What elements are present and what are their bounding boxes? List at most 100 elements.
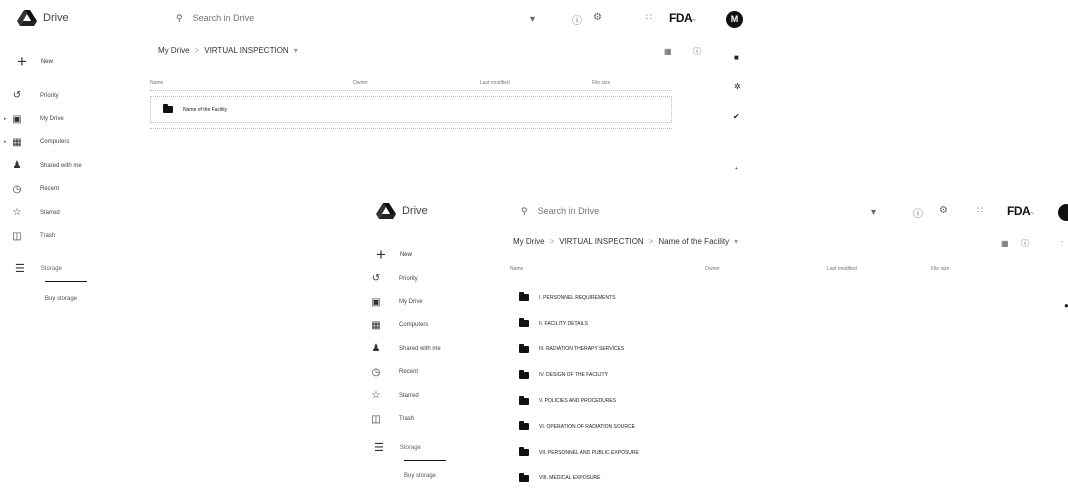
breadcrumb-dropdown-icon[interactable]: ▾ bbox=[294, 46, 298, 55]
search-options-icon[interactable]: ▾ bbox=[530, 14, 535, 25]
breadcrumb-item[interactable]: My Drive bbox=[513, 237, 545, 246]
account-avatar[interactable]: M bbox=[726, 11, 743, 28]
trash-icon: ◫ bbox=[371, 413, 381, 425]
buy-storage-link[interactable]: Buy storage bbox=[404, 473, 446, 479]
row-name: II. FACILITY DETAILS bbox=[539, 320, 588, 327]
header-divider bbox=[150, 90, 672, 91]
sidebar-item-label: Priority bbox=[399, 275, 418, 282]
sidebar-item-label: Computers bbox=[399, 322, 429, 329]
sidebar-item-computers[interactable]: ▸ ▦ Computers bbox=[365, 314, 483, 337]
sidebar-item-priority[interactable]: ↺ Priority bbox=[365, 267, 483, 290]
account-avatar[interactable] bbox=[1058, 204, 1068, 221]
search-options-icon[interactable]: ▾ bbox=[871, 207, 876, 218]
tasks-icon[interactable]: ● bbox=[1064, 301, 1068, 310]
breadcrumb-separator: > bbox=[194, 46, 200, 55]
sidebar-item-computers[interactable]: ▸ ▦ Computers bbox=[4, 131, 124, 154]
buy-storage-link[interactable]: Buy storage bbox=[45, 296, 87, 302]
sidebar-item-starred[interactable]: ☆ Starred bbox=[365, 384, 483, 407]
sidebar-item-label: Recent bbox=[40, 186, 60, 193]
my-drive-icon: ▣ bbox=[371, 296, 381, 308]
search-bar[interactable]: ⚲ bbox=[521, 205, 700, 217]
table-row[interactable]: I. PERSONNEL REQUIREMENTS bbox=[519, 285, 1039, 311]
sidebar-nav: ↺ Priority ▸ ▣ My Drive ▸ ▦ Computers ♟ … bbox=[365, 267, 483, 431]
sidebar-item-recent[interactable]: ◷ Recent bbox=[4, 178, 124, 201]
folder-icon bbox=[519, 421, 529, 431]
search-input[interactable] bbox=[535, 205, 700, 217]
drive-logo-icon bbox=[376, 203, 396, 219]
table-row[interactable]: VII. PERSONNEL AND PUBLIC EXPOSURE bbox=[519, 440, 1039, 466]
sidebar-item-recent[interactable]: ◷ Recent bbox=[365, 361, 483, 384]
drive-logo[interactable]: Drive bbox=[376, 203, 428, 219]
folder-icon bbox=[519, 292, 529, 302]
sidebar-item-trash[interactable]: ◫ Trash bbox=[4, 224, 124, 247]
sidebar-item-my-drive[interactable]: ▸ ▣ My Drive bbox=[365, 290, 483, 313]
table-row[interactable]: VI. OPERATION OF RADIATION SOURCE bbox=[519, 414, 1039, 440]
search-icon[interactable]: ⚲ bbox=[176, 13, 183, 24]
table-row[interactable]: III. RADIATION THERAPY SERVICES bbox=[519, 337, 1039, 363]
grid-view-icon[interactable]: ▦ bbox=[1001, 239, 1009, 248]
column-header-size[interactable]: File size bbox=[592, 80, 610, 86]
breadcrumb-dropdown-icon[interactable]: ▾ bbox=[734, 237, 738, 246]
drive-logo[interactable]: Drive bbox=[17, 10, 69, 26]
breadcrumb-item[interactable]: Name of the Facility bbox=[658, 237, 729, 246]
column-header-size[interactable]: File size bbox=[931, 266, 949, 272]
column-header-modified[interactable]: Last modified bbox=[480, 80, 510, 86]
details-icon[interactable]: ⓘ bbox=[1021, 238, 1029, 249]
fda-logo-text: FDA bbox=[1007, 204, 1031, 218]
settings-icon[interactable]: ⚙ bbox=[593, 12, 602, 23]
recent-icon: ◷ bbox=[371, 366, 381, 378]
add-addon-icon[interactable]: - bbox=[1061, 239, 1063, 245]
star-icon: ☆ bbox=[12, 207, 22, 219]
tasks-icon[interactable]: ✔ bbox=[733, 112, 740, 121]
table-row[interactable]: IV. DESIGN OF THE FACILITY bbox=[519, 362, 1039, 388]
folder-icon bbox=[519, 318, 529, 328]
sidebar-item-my-drive[interactable]: ▸ ▣ My Drive bbox=[4, 107, 124, 130]
calendar-icon[interactable]: ■ bbox=[734, 53, 739, 62]
drive-window-2: Drive ⚲ ▾ ⓘ ⚙ ∷ FDA~ + New ↺ Priority ▸ … bbox=[365, 193, 1068, 493]
column-header-name[interactable]: Name bbox=[150, 80, 163, 86]
folder-icon bbox=[519, 447, 529, 457]
storage-usage-bar bbox=[404, 460, 446, 461]
breadcrumb-item[interactable]: My Drive bbox=[158, 46, 190, 55]
storage-section: ☰ Storage Buy storage bbox=[374, 441, 446, 479]
column-header-owner[interactable]: Owner bbox=[353, 80, 368, 86]
details-icon[interactable]: ⓘ bbox=[693, 46, 701, 57]
table-row[interactable]: VIII. MEDICAL EXPOSURE bbox=[519, 466, 1039, 492]
sidebar-item-priority[interactable]: ↺ Priority bbox=[4, 84, 124, 107]
add-addon-icon[interactable]: + bbox=[735, 166, 738, 172]
search-bar[interactable]: ⚲ bbox=[176, 12, 355, 24]
plus-icon: + bbox=[17, 52, 27, 71]
file-list: I. PERSONNEL REQUIREMENTS II. FACILITY D… bbox=[519, 285, 1039, 491]
breadcrumb-item[interactable]: VIRTUAL INSPECTION bbox=[204, 46, 288, 55]
breadcrumb-item[interactable]: VIRTUAL INSPECTION bbox=[559, 237, 643, 246]
search-icon[interactable]: ⚲ bbox=[521, 206, 528, 217]
new-button[interactable]: + New bbox=[17, 53, 53, 70]
sidebar-item-starred[interactable]: ☆ Starred bbox=[4, 201, 124, 224]
sidebar-item-shared[interactable]: ♟ Shared with me bbox=[4, 154, 124, 177]
new-button-label: New bbox=[399, 251, 412, 258]
sidebar-item-shared[interactable]: ♟ Shared with me bbox=[365, 337, 483, 360]
sidebar-item-trash[interactable]: ◫ Trash bbox=[365, 407, 483, 430]
help-icon[interactable]: ⓘ bbox=[913, 205, 923, 220]
help-icon[interactable]: ⓘ bbox=[572, 12, 582, 27]
table-row[interactable]: II. FACILITY DETAILS bbox=[519, 311, 1039, 337]
new-button[interactable]: + New bbox=[376, 246, 412, 263]
table-row[interactable]: V. POLICIES AND PROCEDURES bbox=[519, 388, 1039, 414]
computers-icon: ▦ bbox=[371, 319, 381, 331]
grid-view-icon[interactable]: ▦ bbox=[664, 47, 672, 56]
folder-icon bbox=[519, 369, 529, 379]
column-header-modified[interactable]: Last modified bbox=[827, 266, 857, 272]
settings-icon[interactable]: ⚙ bbox=[939, 205, 948, 216]
apps-grid-icon[interactable]: ∷ bbox=[977, 205, 983, 216]
apps-grid-icon[interactable]: ∷ bbox=[646, 12, 652, 23]
keep-icon[interactable]: ✲ bbox=[734, 82, 741, 91]
sidebar-item-label: Recent bbox=[399, 369, 419, 376]
fda-logo-text: FDA bbox=[669, 11, 693, 25]
column-header-owner[interactable]: Owner bbox=[705, 266, 720, 272]
storage-label: Storage bbox=[399, 444, 421, 451]
storage-section: ☰ Storage Buy storage bbox=[15, 262, 87, 302]
table-row[interactable]: Name of the Facility bbox=[150, 96, 672, 123]
recent-icon: ◷ bbox=[12, 183, 22, 195]
search-input[interactable] bbox=[190, 12, 355, 24]
column-header-name[interactable]: Name bbox=[510, 266, 523, 272]
